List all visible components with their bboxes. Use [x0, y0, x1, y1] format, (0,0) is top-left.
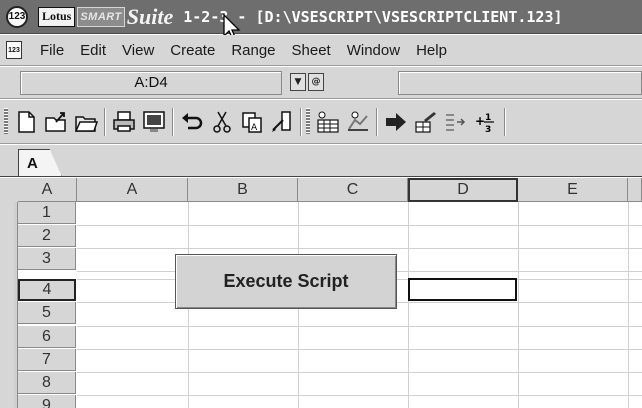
- copy-icon[interactable]: A: [238, 108, 266, 136]
- grid-line: [77, 372, 642, 373]
- menu-window[interactable]: Window: [339, 42, 408, 59]
- smartsuite-logo-smart: SMART: [77, 6, 125, 27]
- spreadsheet-grid[interactable]: A A B C D E 1 2 3 4 5 6 7 8 9 Execute Sc…: [0, 178, 642, 408]
- sheet-corner-label[interactable]: A: [18, 178, 77, 202]
- menu-range[interactable]: Range: [223, 42, 283, 59]
- execute-script-button[interactable]: Execute Script: [175, 254, 397, 309]
- row-header-2[interactable]: 2: [18, 225, 76, 247]
- column-header-d[interactable]: D: [408, 178, 518, 202]
- grid-line: [77, 349, 642, 350]
- row-header-3[interactable]: 3: [18, 248, 76, 270]
- smartsuite-logo-suite: Suite: [126, 3, 174, 29]
- toolbar-separator: [504, 108, 506, 136]
- menu-bar: 123 File Edit View Create Range Sheet Wi…: [0, 35, 642, 66]
- tab-divider: [0, 176, 642, 177]
- arrow-right-icon[interactable]: [382, 108, 410, 136]
- new-document-icon[interactable]: [12, 108, 40, 136]
- menu-sheet[interactable]: Sheet: [284, 42, 339, 59]
- row-header-7[interactable]: 7: [18, 349, 76, 371]
- sheet-tab-a[interactable]: A: [18, 149, 62, 177]
- title-bar: 123 Lotus SMART Suite 1-2-3 - [D:\VSESCR…: [0, 0, 642, 41]
- toolbar-grip[interactable]: [306, 108, 310, 134]
- grid-line: [77, 248, 642, 249]
- fraction-icon[interactable]: +1 3: [472, 108, 500, 136]
- insert-row-icon[interactable]: [314, 108, 342, 136]
- svg-text:+: +: [475, 114, 485, 128]
- column-header-e[interactable]: E: [518, 178, 628, 202]
- column-header-a[interactable]: A: [77, 178, 188, 202]
- cell-address-box[interactable]: A:D4: [20, 71, 282, 95]
- row-header-1[interactable]: 1: [18, 202, 76, 224]
- print-preview-icon[interactable]: [140, 108, 168, 136]
- undo-icon[interactable]: [178, 108, 206, 136]
- toolbar-separator: [300, 108, 302, 136]
- lotus-logo: Lotus: [38, 6, 76, 27]
- open-folder-icon[interactable]: [72, 108, 100, 136]
- selected-cell-d4[interactable]: [408, 278, 517, 301]
- grid-line: [77, 395, 642, 396]
- svg-text:A: A: [251, 123, 258, 133]
- cut-icon[interactable]: [208, 108, 236, 136]
- column-header-b[interactable]: B: [188, 178, 298, 202]
- row-header-6[interactable]: 6: [18, 326, 76, 348]
- svg-text:3: 3: [485, 125, 491, 134]
- navigator-icon[interactable]: ▼: [290, 73, 306, 91]
- document-icon[interactable]: 123: [6, 41, 22, 59]
- insert-chart-icon[interactable]: [344, 108, 372, 136]
- toolbar-separator: [376, 108, 378, 136]
- row-header-8[interactable]: 8: [18, 372, 76, 394]
- grid-line: [518, 202, 519, 408]
- at-function-icon[interactable]: @: [308, 73, 324, 91]
- toolbar-separator: [104, 108, 106, 136]
- grid-line: [408, 202, 409, 408]
- menu-view[interactable]: View: [114, 42, 162, 59]
- grid-line: [628, 202, 629, 408]
- open-file-icon[interactable]: [42, 108, 70, 136]
- row-header-5[interactable]: 5: [18, 302, 76, 324]
- menu-create[interactable]: Create: [162, 42, 223, 59]
- fill-range-icon[interactable]: [412, 108, 440, 136]
- toolbar-separator: [172, 108, 174, 136]
- formula-bar: A:D4 ▼ @: [0, 67, 642, 99]
- grid-line: [77, 326, 642, 327]
- menu-file[interactable]: File: [32, 42, 72, 59]
- row-header-9[interactable]: 9: [18, 395, 76, 408]
- print-icon[interactable]: [110, 108, 138, 136]
- toolbar-grip[interactable]: [4, 108, 8, 134]
- grid-line: [77, 225, 642, 226]
- formula-contents-box[interactable]: [398, 71, 642, 95]
- menu-edit[interactable]: Edit: [72, 42, 114, 59]
- sheet-tab-bar: A: [0, 145, 642, 177]
- row-header-4[interactable]: 4: [18, 279, 76, 301]
- menu-help[interactable]: Help: [408, 42, 455, 59]
- smarticon-toolbar: A +1 3: [0, 100, 642, 144]
- column-header-f[interactable]: [628, 178, 642, 202]
- app-icon[interactable]: 123: [6, 5, 28, 28]
- column-header-c[interactable]: C: [298, 178, 408, 202]
- sort-icon[interactable]: [442, 108, 470, 136]
- paste-icon[interactable]: [268, 108, 296, 136]
